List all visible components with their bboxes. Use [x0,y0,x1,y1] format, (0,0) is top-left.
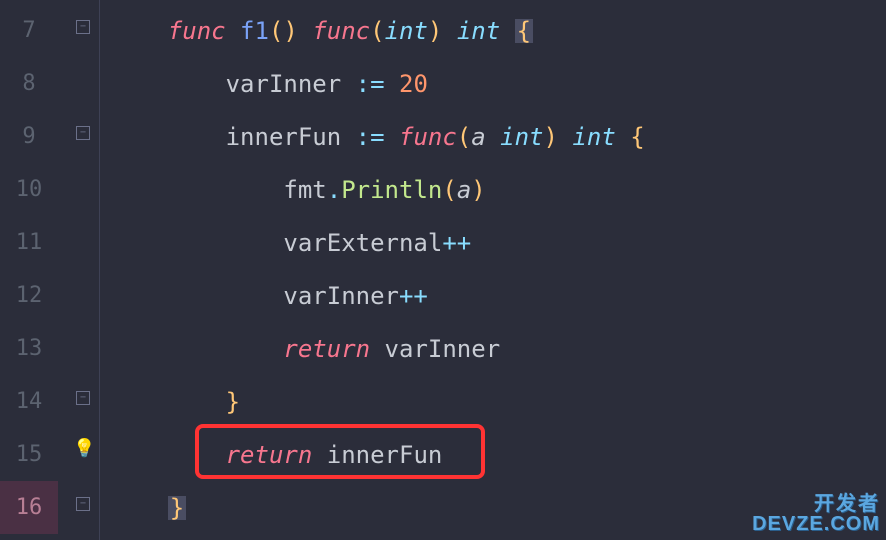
paren: ( [269,19,283,43]
type: int [457,19,500,43]
line-number: 8 [0,57,58,110]
paren: ) [283,19,297,43]
line-number: 7 [0,4,58,57]
fold-toggle-icon[interactable]: − [76,20,90,34]
type: int [500,125,543,149]
dot: . [327,178,341,202]
keyword: return [226,443,313,467]
identifier: varInner [226,72,342,96]
brace: } [226,390,240,414]
type: int [385,19,428,43]
watermark-line1: 开发者 [752,494,880,514]
code-line[interactable]: fmt.Println(a) [100,163,886,216]
line-number: 10 [0,163,58,216]
line-number: 15 [0,428,58,481]
paren: ( [442,178,456,202]
func-call: Println [341,178,442,202]
code-line[interactable]: innerFun := func(a int) int { [100,110,886,163]
identifier: varInner [283,284,399,308]
line-number: 12 [0,269,58,322]
operator: ++ [442,231,471,255]
bracket-gutter [58,0,68,540]
identifier: innerFun [327,443,443,467]
function-name: f1 [240,19,269,43]
brace-matched: } [168,496,186,520]
line-number: 13 [0,322,58,375]
lightbulb-icon[interactable]: 💡 [73,440,95,458]
code-line[interactable]: return varInner [100,322,886,375]
operator: := [356,125,385,149]
code-line[interactable]: varExternal++ [100,216,886,269]
operator: := [356,72,385,96]
code-line[interactable]: } [100,375,886,428]
keyword: func [399,125,457,149]
param: a [471,125,485,149]
paren: ) [544,125,558,149]
identifier: innerFun [226,125,342,149]
watermark-line2: DevZe.CoM [752,514,880,534]
type: int [572,125,615,149]
param: a [457,178,471,202]
fold-toggle-icon[interactable]: − [76,497,90,511]
keyword: func [312,19,370,43]
line-number: 9 [0,110,58,163]
code-editor[interactable]: 7 8 9 10 11 12 13 14 15 16 − − − 💡 − fun… [0,0,886,540]
keyword: return [283,337,370,361]
keyword: func [168,19,226,43]
operator: ++ [399,284,428,308]
line-number: 14 [0,375,58,428]
watermark: 开发者 DevZe.CoM [752,494,880,534]
code-line[interactable]: func f1() func(int) int { [100,4,886,57]
package: fmt [283,178,326,202]
number: 20 [399,72,428,96]
line-number-current: 16 [0,481,58,534]
paren: ) [428,19,442,43]
brace: { [630,125,644,149]
code-line[interactable]: varInner++ [100,269,886,322]
fold-gutter: − − − 💡 − [68,0,100,540]
code-line[interactable]: varInner := 20 [100,57,886,110]
paren: ( [370,19,384,43]
paren: ) [471,178,485,202]
identifier: varExternal [283,231,442,255]
brace-matched: { [515,19,533,43]
fold-toggle-icon[interactable]: − [76,126,90,140]
identifier: varInner [385,337,501,361]
line-number: 11 [0,216,58,269]
code-area[interactable]: func f1() func(int) int { varInner := 20… [100,0,886,540]
fold-toggle-icon[interactable]: − [76,391,90,405]
line-number-gutter: 7 8 9 10 11 12 13 14 15 16 [0,0,58,540]
paren: ( [457,125,471,149]
code-line[interactable]: return innerFun [100,428,886,481]
